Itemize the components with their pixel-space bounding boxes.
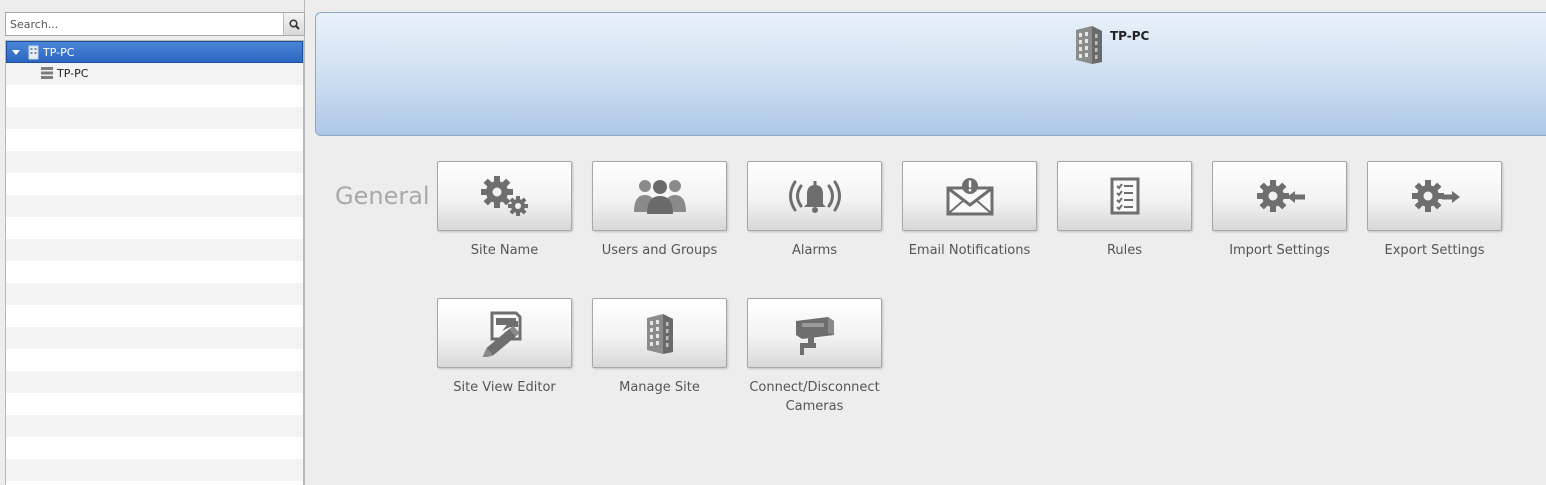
email-notifications-button[interactable] <box>902 161 1037 231</box>
tree-empty-row <box>6 195 303 217</box>
pencil-editor-icon <box>480 309 530 357</box>
tree-empty-row <box>6 327 303 349</box>
tile-label: Rules <box>1106 243 1143 258</box>
tile-label: Users and Groups <box>601 243 718 258</box>
tile-label: Export Settings <box>1384 243 1485 258</box>
site-tree: TP-PC TP-PC <box>5 40 304 485</box>
gear-import-icon <box>1253 176 1307 216</box>
tile-label: Email Notifications <box>908 243 1031 258</box>
tile-import-settings: Import Settings <box>1212 161 1348 260</box>
tile-label: Alarms <box>791 243 838 258</box>
search-icon <box>288 18 300 30</box>
tree-empty-row <box>6 107 303 129</box>
tree-empty-row <box>6 305 303 327</box>
gear-export-icon <box>1408 176 1462 216</box>
tree-empty-row <box>6 437 303 459</box>
alarm-bell-icon <box>788 178 842 214</box>
email-alert-icon <box>946 176 994 216</box>
tree-empty-row <box>6 151 303 173</box>
expand-arrow-icon[interactable] <box>12 50 20 55</box>
connect-disconnect-cameras-button[interactable] <box>747 298 882 368</box>
rules-button[interactable] <box>1057 161 1192 231</box>
tree-empty-row <box>6 481 303 485</box>
site-name-button[interactable] <box>437 161 572 231</box>
tree-empty-row <box>6 371 303 393</box>
import-settings-button[interactable] <box>1212 161 1347 231</box>
tree-empty-row <box>6 239 303 261</box>
export-settings-button[interactable] <box>1367 161 1502 231</box>
users-icon <box>632 178 688 214</box>
alarms-button[interactable] <box>747 161 882 231</box>
tree-empty-row <box>6 459 303 481</box>
tile-site-view-editor: Site View Editor <box>437 298 573 397</box>
tile-export-settings: Export Settings <box>1367 161 1503 260</box>
tree-empty-row <box>6 283 303 305</box>
tile-users-and-groups: Users and Groups <box>592 161 728 260</box>
tile-label: Import Settings <box>1229 243 1330 258</box>
section-title: General <box>335 182 430 210</box>
tree-empty-row <box>6 129 303 151</box>
tree-node-server[interactable]: TP-PC <box>6 63 303 85</box>
tree-empty-row <box>6 261 303 283</box>
tile-alarms: Alarms <box>747 161 883 260</box>
site-title: TP-PC <box>1110 29 1150 43</box>
tree-empty-row <box>6 217 303 239</box>
tree-empty-row <box>6 393 303 415</box>
building-icon <box>27 45 40 60</box>
camera-icon <box>792 311 838 355</box>
tile-email-notifications: Email Notifications <box>902 161 1038 260</box>
tile-connect-disconnect-cameras: Connect/Disconnect Cameras <box>747 298 883 416</box>
tree-empty-row <box>6 415 303 437</box>
tree-node-site[interactable]: TP-PC <box>6 41 303 63</box>
site-header-banner: TP-PC <box>315 12 1546 136</box>
search-button[interactable] <box>283 13 304 35</box>
site-tree-panel: TP-PC TP-PC <box>0 0 305 485</box>
tree-node-label: TP-PC <box>43 46 75 59</box>
tile-label: Connect/Disconnect Cameras <box>749 380 880 414</box>
search-box <box>5 12 305 36</box>
manage-site-button[interactable] <box>592 298 727 368</box>
checklist-icon <box>1110 177 1140 215</box>
tile-label: Manage Site <box>619 380 700 395</box>
tile-rules: Rules <box>1057 161 1193 260</box>
tree-empty-row <box>6 173 303 195</box>
server-icon <box>40 66 54 80</box>
site-view-editor-button[interactable] <box>437 298 572 368</box>
building-icon <box>1074 24 1104 64</box>
search-input[interactable] <box>6 13 284 35</box>
building-icon <box>645 312 675 354</box>
tile-site-name: Site Name <box>437 161 573 260</box>
tree-empty-row <box>6 349 303 371</box>
users-and-groups-button[interactable] <box>592 161 727 231</box>
tree-empty-row <box>6 85 303 107</box>
tile-manage-site: Manage Site <box>592 298 728 397</box>
tile-label: Site View Editor <box>453 380 556 395</box>
tree-node-label: TP-PC <box>57 67 89 80</box>
gears-icon <box>477 173 533 219</box>
tile-label: Site Name <box>470 243 539 258</box>
